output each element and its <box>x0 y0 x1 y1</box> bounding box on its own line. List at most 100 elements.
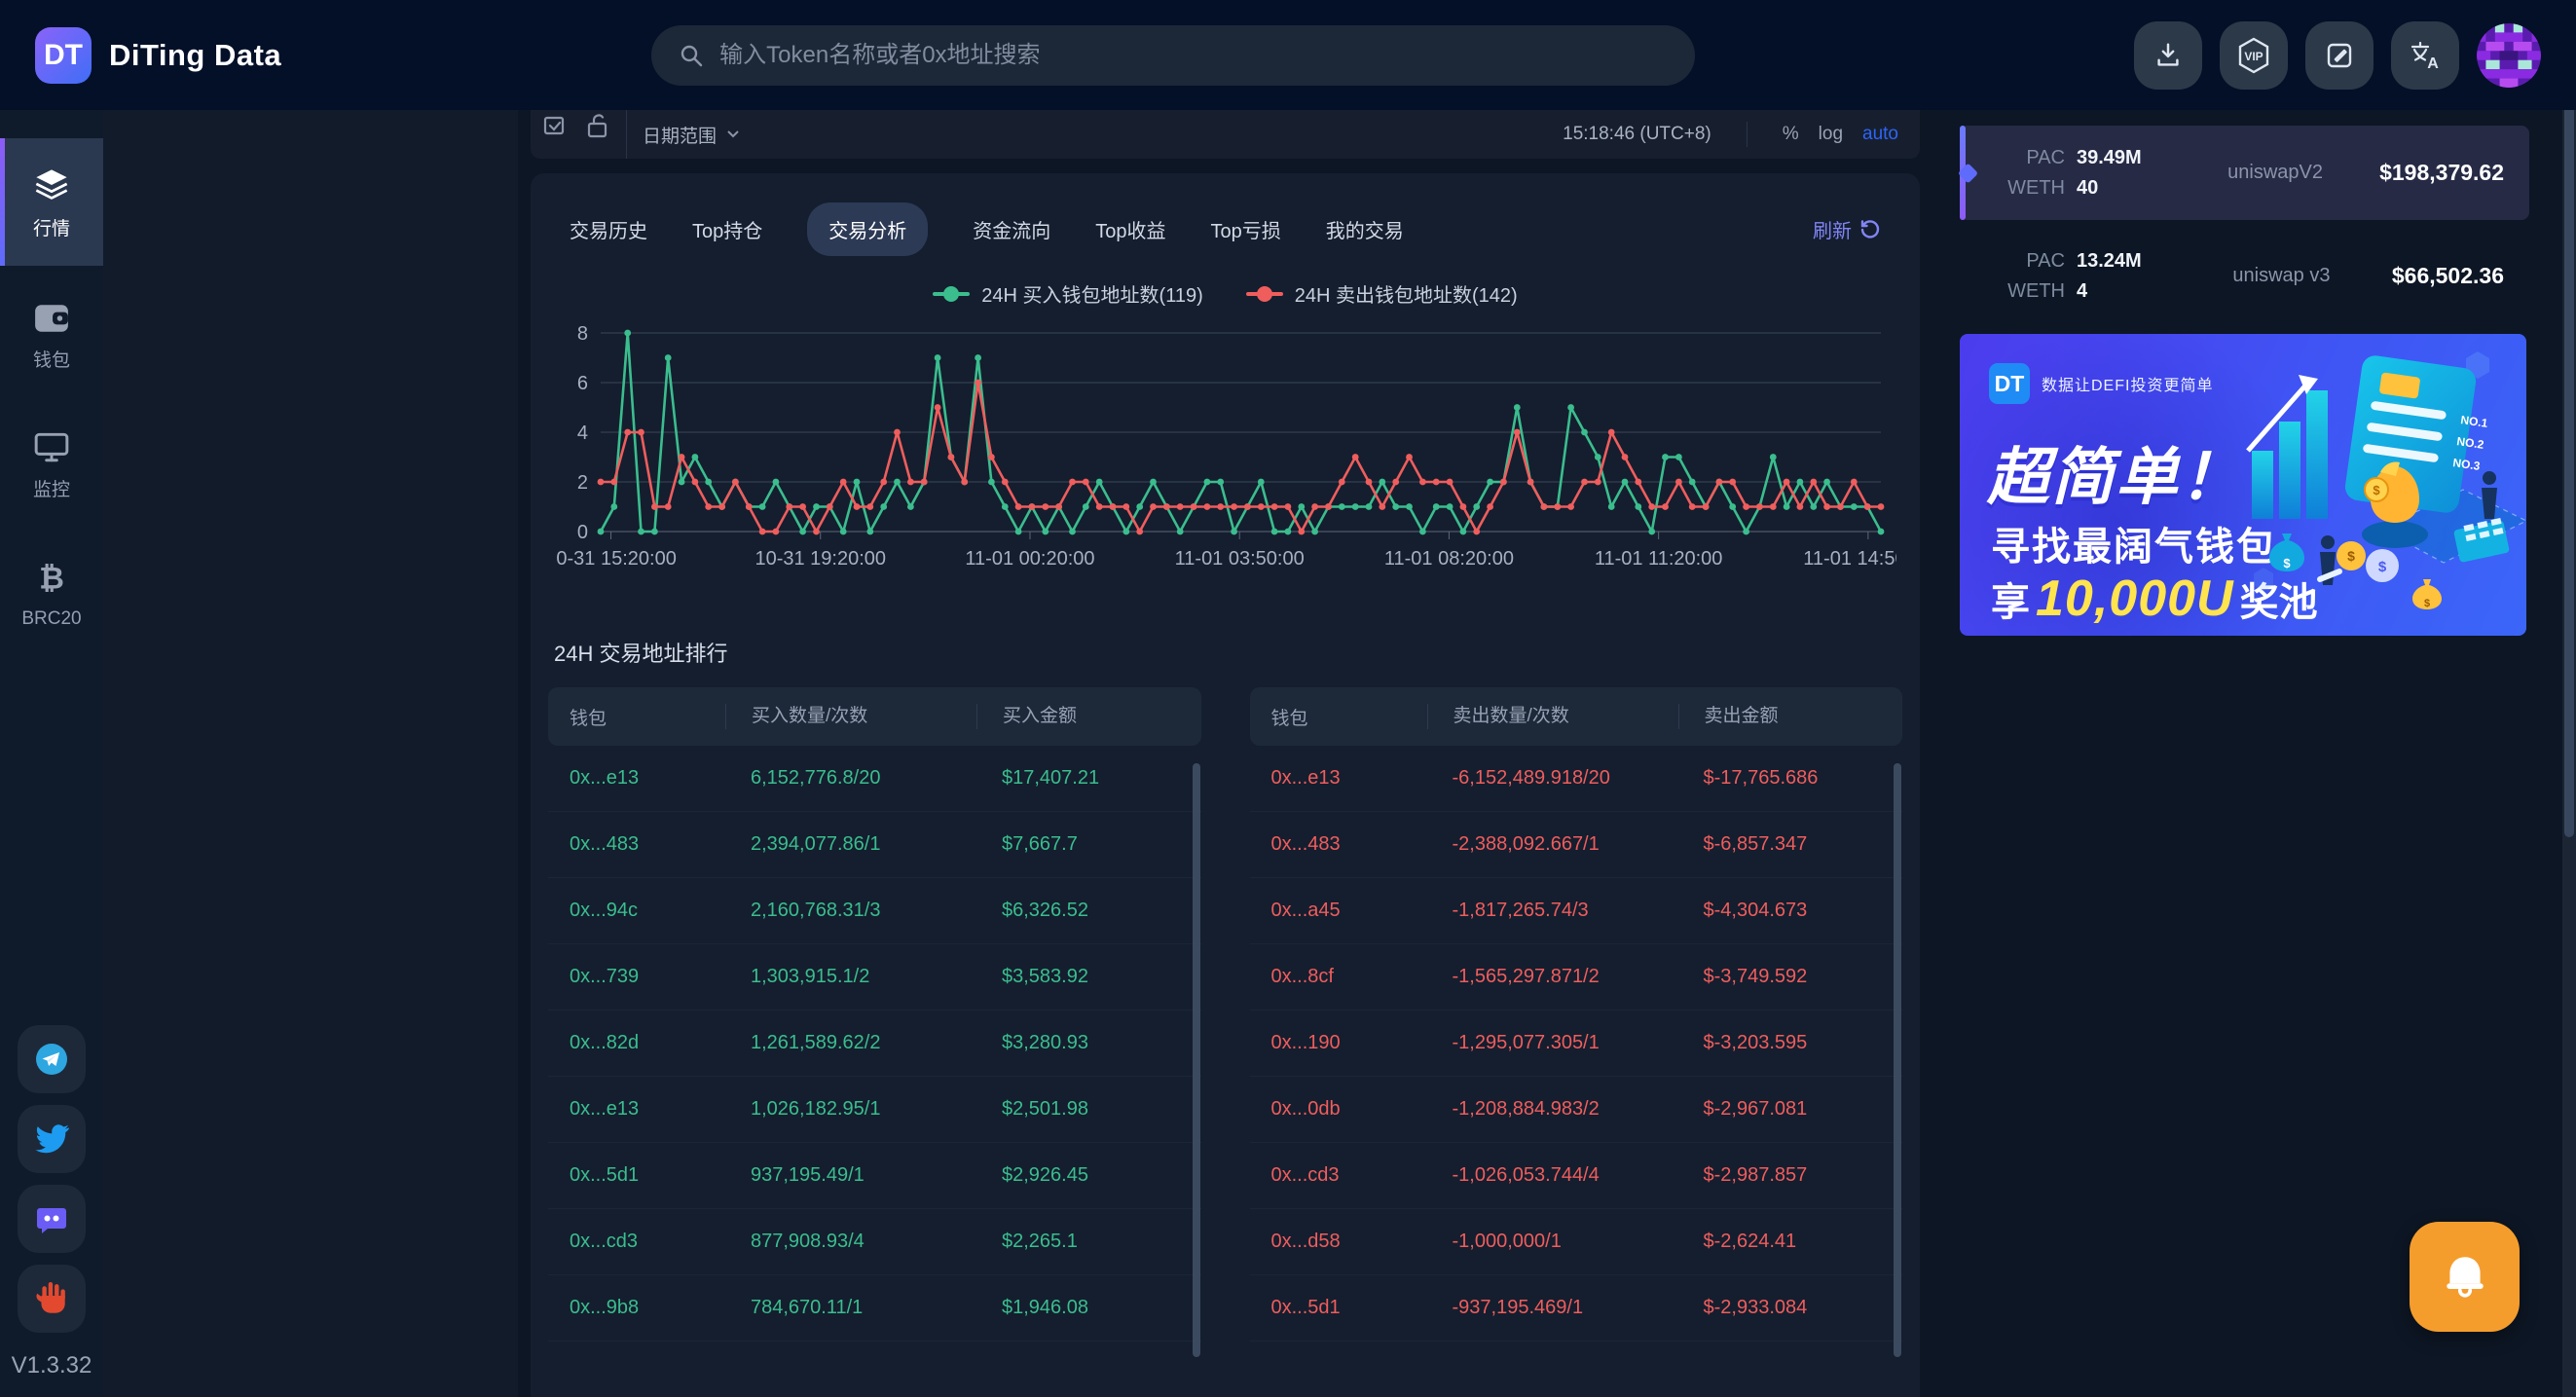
table-row[interactable]: 0x...9b8784,670.11/1$1,946.08 <box>548 1275 1201 1342</box>
table-cell: -1,817,265.74/3 <box>1427 900 1678 922</box>
table-row[interactable]: 0x...e131,026,182.95/1$2,501.98 <box>548 1077 1201 1143</box>
twitter-button[interactable] <box>18 1105 86 1173</box>
table-row[interactable]: 0x...cd3-1,026,053.744/4$-2,987.857 <box>1250 1143 1903 1209</box>
pool-item-uniswapv2[interactable]: PAC39.49M WETH40 uniswapV2 $198,379.62 <box>1960 126 2529 220</box>
chart-toolbar: 日期范围 15:18:46 (UTC+8) % log auto <box>531 110 1920 159</box>
table-cell: 937,195.49/1 <box>725 1164 976 1187</box>
table-cell: $7,667.7 <box>976 833 1201 856</box>
percent-scale-button[interactable]: % <box>1783 124 1799 145</box>
table-row[interactable]: 0x...5d1937,195.49/1$2,926.45 <box>548 1143 1201 1209</box>
table-body: 0x...e13-6,152,489.918/20$-17,765.6860x.… <box>1250 746 1903 1342</box>
legend-sell[interactable]: 24H 卖出钱包地址数(142) <box>1246 279 1518 308</box>
sidebar-item-label: BRC20 <box>21 608 81 630</box>
table-row[interactable]: 0x...d58-1,000,000/1$-2,624.41 <box>1250 1209 1903 1275</box>
table-row[interactable]: 0x...0db-1,208,884.983/2$-2,967.081 <box>1250 1077 1903 1143</box>
tab-4[interactable]: Top收益 <box>1095 202 1165 256</box>
table-row[interactable]: 0x...82d1,261,589.62/2$3,280.93 <box>548 1011 1201 1077</box>
table-cell: 0x...94c <box>570 900 725 922</box>
table-cell: 0x...8cf <box>1271 966 1427 988</box>
legend-buy[interactable]: 24H 买入钱包地址数(119) <box>933 279 1202 308</box>
svg-text:2: 2 <box>577 472 588 494</box>
table-row[interactable]: 0x...7391,303,915.1/2$3,583.92 <box>548 944 1201 1011</box>
tab-2[interactable]: 交易分析 <box>807 202 928 256</box>
table-row[interactable]: 0x...190-1,295,077.305/1$-3,203.595 <box>1250 1011 1903 1077</box>
svg-text:10-31 19:20:00: 10-31 19:20:00 <box>754 548 886 570</box>
telegram-button[interactable] <box>18 1025 86 1093</box>
table-cell: -6,152,489.918/20 <box>1427 767 1678 790</box>
table-cell: $2,265.1 <box>976 1231 1201 1253</box>
avatar[interactable] <box>2477 23 2541 88</box>
auto-scale-button[interactable]: auto <box>1862 124 1898 145</box>
monitor-icon <box>33 430 70 463</box>
table-cell: 0x...e13 <box>570 1098 725 1121</box>
scrollbar-thumb[interactable] <box>2564 0 2574 837</box>
download-button[interactable] <box>2134 21 2202 90</box>
svg-text:8: 8 <box>577 323 588 345</box>
chart-side-panel <box>103 110 518 1397</box>
table-scrollbar[interactable] <box>1894 763 1901 1357</box>
table-cell: 0x...82d <box>570 1032 725 1054</box>
top-navbar: DT DiTing Data VIP A <box>0 0 2576 110</box>
clock[interactable]: 15:18:46 (UTC+8) <box>1563 124 1711 145</box>
tab-3[interactable]: 资金流向 <box>973 202 1050 256</box>
tab-1[interactable]: Top持仓 <box>692 202 762 256</box>
sidebar-item-brc20[interactable]: ₿ BRC20 <box>0 538 103 651</box>
log-scale-button[interactable]: log <box>1819 124 1843 145</box>
svg-text:$: $ <box>2378 559 2387 575</box>
table-cell: $3,280.93 <box>976 1032 1201 1054</box>
sidebar-item-wallet[interactable]: 钱包 <box>0 281 103 393</box>
table-row[interactable]: 0x...4832,394,077.86/1$7,667.7 <box>548 812 1201 878</box>
table-row[interactable]: 0x...5d1-937,195.469/1$-2,933.084 <box>1250 1275 1903 1342</box>
table-row[interactable]: 0x...94c2,160,768.31/3$6,326.52 <box>548 878 1201 944</box>
feedback-button[interactable] <box>2305 21 2374 90</box>
table-cell: 2,394,077.86/1 <box>725 833 976 856</box>
table-row[interactable]: 0x...cd3877,908.93/4$2,265.1 <box>548 1209 1201 1275</box>
tab-0[interactable]: 交易历史 <box>570 202 647 256</box>
token-amount: 39.49M <box>2077 143 2142 173</box>
table-cell: 0x...0db <box>1271 1098 1427 1121</box>
hand-button[interactable] <box>18 1265 86 1333</box>
pool-item-uniswapv3[interactable]: PAC13.24M WETH4 uniswap v3 $66,502.36 <box>1960 229 2529 323</box>
refresh-button[interactable]: 刷新 <box>1813 215 1881 243</box>
sidebar-item-market[interactable]: 行情 <box>0 138 103 266</box>
table-row[interactable]: 0x...483-2,388,092.667/1$-6,857.347 <box>1250 812 1903 878</box>
table-row[interactable]: 0x...8cf-1,565,297.871/2$-3,749.592 <box>1250 944 1903 1011</box>
banner-tagline: 数据让DEFI投资更简单 <box>2042 372 2213 395</box>
table-cell: $-2,967.081 <box>1678 1098 1903 1121</box>
pool-value: $198,379.62 <box>2379 160 2504 186</box>
sidebar-item-label: 行情 <box>33 214 70 240</box>
notification-bell-button[interactable] <box>2410 1222 2520 1332</box>
tab-5[interactable]: Top亏损 <box>1211 202 1281 256</box>
pool-value: $66,502.36 <box>2392 263 2504 289</box>
table-cell: 784,670.11/1 <box>725 1297 976 1319</box>
table-cell: 0x...483 <box>1271 833 1427 856</box>
page-scrollbar[interactable] <box>2562 0 2576 1397</box>
discord-button[interactable] <box>18 1185 86 1253</box>
sidebar-item-monitor[interactable]: 监控 <box>0 409 103 523</box>
svg-text:11-01 14:50:00: 11-01 14:50:00 <box>1803 548 1896 570</box>
svg-text:11-01 00:20:00: 11-01 00:20:00 <box>965 548 1094 570</box>
trend-chart[interactable]: 0246810-31 15:20:0010-31 19:20:0011-01 0… <box>556 321 1896 576</box>
language-button[interactable]: A <box>2391 21 2459 90</box>
svg-text:6: 6 <box>577 373 588 394</box>
sidebar: 行情 钱包 监控 ₿ BRC20 V <box>0 110 103 1397</box>
vip-button[interactable]: VIP <box>2220 21 2288 90</box>
table-row[interactable]: 0x...e136,152,776.8/20$17,407.21 <box>548 746 1201 812</box>
search-input[interactable] <box>719 42 1668 69</box>
table-cell: $2,926.45 <box>976 1164 1201 1187</box>
token-search[interactable] <box>651 25 1695 86</box>
table-cell: 0x...9b8 <box>570 1297 725 1319</box>
table-row[interactable]: 0x...e13-6,152,489.918/20$-17,765.686 <box>1250 746 1903 812</box>
table-cell: 6,152,776.8/20 <box>725 767 976 790</box>
tab-6[interactable]: 我的交易 <box>1326 202 1404 256</box>
promo-banner[interactable]: DT 数据让DEFI投资更简单 超简单！ 寻找最阔气钱包 享10,000U奖池 … <box>1960 334 2526 636</box>
app-title[interactable]: DiTing Data <box>109 38 281 73</box>
table-scrollbar[interactable] <box>1193 763 1200 1357</box>
table-row[interactable]: 0x...a45-1,817,265.74/3$-4,304.673 <box>1250 878 1903 944</box>
date-range-button[interactable]: 日期范围 <box>643 122 740 148</box>
screenshot-icon[interactable] <box>542 112 568 141</box>
app-logo[interactable]: DT <box>35 27 92 84</box>
lock-icon[interactable] <box>585 112 610 141</box>
discord-icon <box>32 1199 71 1238</box>
table-cell: 0x...190 <box>1271 1032 1427 1054</box>
